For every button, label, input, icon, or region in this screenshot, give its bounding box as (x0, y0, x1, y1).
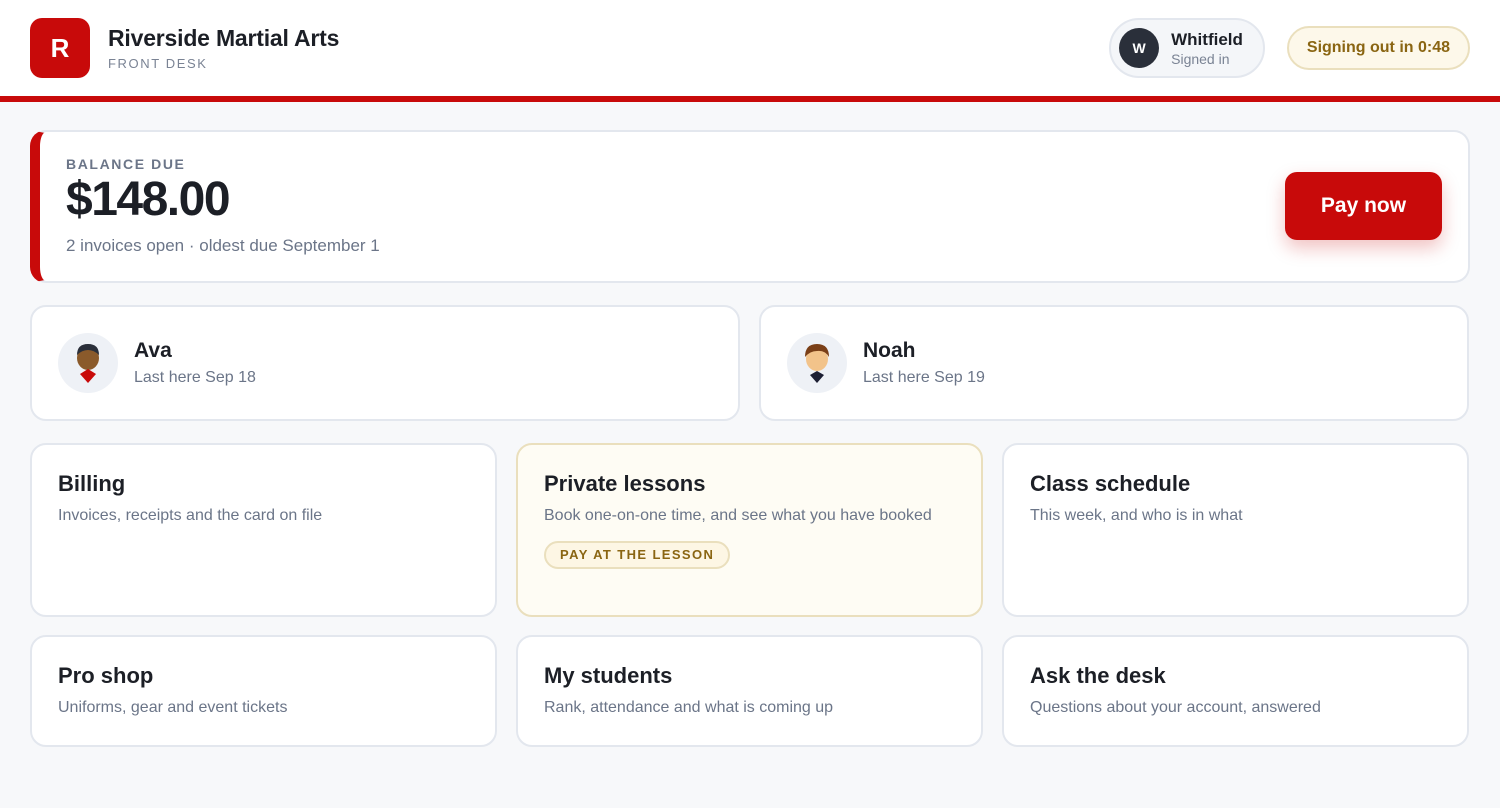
brand-block: Riverside Martial Arts FRONT DESK (108, 25, 339, 71)
tile-title: Ask the desk (1030, 663, 1166, 688)
brand-subtitle: FRONT DESK (108, 56, 208, 71)
brand-name: Riverside Martial Arts (108, 25, 340, 51)
balance-amount: $148.00 (66, 173, 231, 226)
tile-description: Uniforms, gear and event tickets (58, 699, 288, 716)
signout-timer-badge[interactable]: Signing out in 0:48 (1286, 26, 1470, 70)
student-avatar-icon (787, 333, 847, 393)
tile-title: Pro shop (58, 663, 154, 688)
student-avatar-icon (58, 333, 118, 393)
tile-description: Book one-on-one time, and see what you h… (544, 507, 932, 524)
header-accent-bar (0, 96, 1500, 102)
tile-my-students[interactable]: My students Rank, attendance and what is… (516, 635, 983, 747)
tile-title: Billing (58, 471, 126, 496)
tile-title: Private lessons (544, 471, 706, 496)
student-card-ava[interactable]: Ava Last here Sep 18 (30, 305, 740, 421)
balance-note: 2 invoices open · oldest due September 1 (66, 236, 380, 255)
tile-description: Invoices, receipts and the card on file (58, 507, 323, 524)
tile-description: Rank, attendance and what is coming up (544, 699, 834, 716)
student-last-seen: Last here Sep 18 (134, 369, 256, 386)
tile-billing[interactable]: Billing Invoices, receipts and the card … (30, 443, 497, 617)
tile-description: This week, and who is in what (1030, 507, 1243, 524)
brand-logo: R (30, 18, 90, 78)
student-last-seen: Last here Sep 19 (863, 369, 985, 386)
tile-ask-the-desk[interactable]: Ask the desk Questions about your accoun… (1002, 635, 1469, 747)
app-header: R Riverside Martial Arts FRONT DESK W Wh… (0, 0, 1500, 96)
user-status: Signed in (1171, 50, 1230, 67)
balance-label: BALANCE DUE (66, 156, 186, 172)
tile-description: Questions about your account, answered (1030, 699, 1321, 716)
pay-at-lesson-badge: PAY AT THE LESSON (544, 541, 731, 569)
balance-card: BALANCE DUE $148.00 2 invoices open · ol… (30, 130, 1470, 283)
user-account-pill[interactable]: W Whitfield Signed in (1109, 18, 1265, 78)
tile-pro-shop[interactable]: Pro shop Uniforms, gear and event ticket… (30, 635, 497, 747)
avatar: W (1119, 28, 1160, 68)
student-name: Ava (134, 339, 172, 362)
pay-now-button[interactable]: Pay now (1285, 172, 1442, 240)
tile-class-schedule[interactable]: Class schedule This week, and who is in … (1002, 443, 1469, 617)
tile-title: My students (544, 663, 673, 688)
user-name: Whitfield (1171, 29, 1243, 49)
tile-title: Class schedule (1030, 471, 1191, 496)
tile-private-lessons[interactable]: Private lessons Book one-on-one time, an… (516, 443, 983, 617)
student-card-noah[interactable]: Noah Last here Sep 19 (759, 305, 1469, 421)
student-name: Noah (863, 339, 916, 362)
